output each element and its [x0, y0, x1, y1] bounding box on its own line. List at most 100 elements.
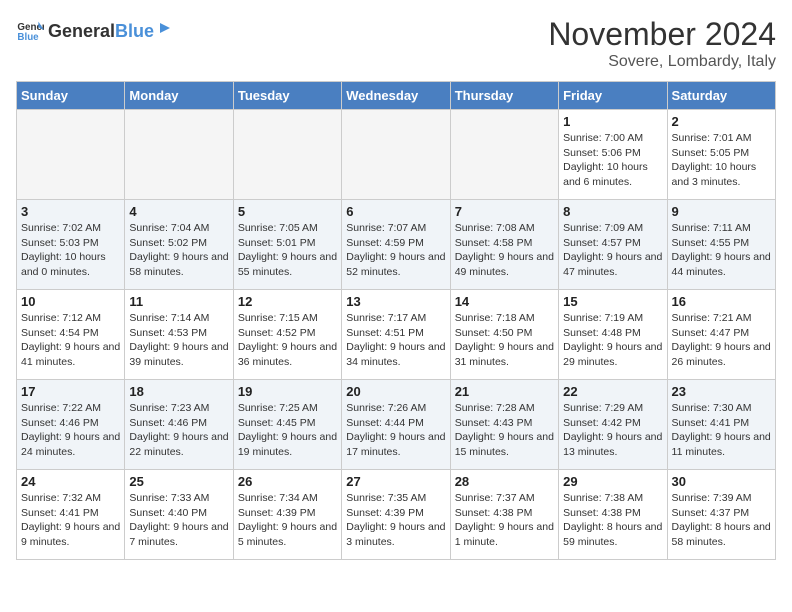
calendar-cell	[233, 110, 341, 200]
day-info: Sunrise: 7:22 AM Sunset: 4:46 PM Dayligh…	[21, 401, 120, 460]
calendar-cell: 19Sunrise: 7:25 AM Sunset: 4:45 PM Dayli…	[233, 380, 341, 470]
day-number: 3	[21, 204, 120, 219]
day-info: Sunrise: 7:14 AM Sunset: 4:53 PM Dayligh…	[129, 311, 228, 370]
calendar-cell: 30 Sunrise: 7:39 AM Sunset: 4:37 PM Dayli…	[667, 470, 775, 560]
day-number: 13	[346, 294, 445, 309]
day-number: 8	[563, 204, 662, 219]
day-info: Sunrise: 7:35 AM Sunset: 4:39 PM Dayligh…	[346, 491, 445, 550]
day-info: Sunrise: 7:19 AM Sunset: 4:48 PM Dayligh…	[563, 311, 662, 370]
day-info: Sunrise: 7:12 AM Sunset: 4:54 PM Dayligh…	[21, 311, 120, 370]
day-number: 30	[672, 474, 771, 489]
calendar-cell: 25 Sunrise: 7:33 AM Sunset: 4:40 PM Dayli…	[125, 470, 233, 560]
day-number: 2	[672, 114, 771, 129]
calendar-cell: 23Sunrise: 7:30 AM Sunset: 4:41 PM Dayli…	[667, 380, 775, 470]
day-number: 25	[129, 474, 228, 489]
calendar-cell: 26 Sunrise: 7:34 AM Sunset: 4:39 PM Dayli…	[233, 470, 341, 560]
day-info: Sunrise: 7:21 AM Sunset: 4:47 PM Dayligh…	[672, 311, 771, 370]
day-number: 5	[238, 204, 337, 219]
day-info: Sunrise: 7:29 AM Sunset: 4:42 PM Dayligh…	[563, 401, 662, 460]
calendar-cell: 9 Sunrise: 7:11 AM Sunset: 4:55 PM Daylig…	[667, 200, 775, 290]
logo-blue-text: Blue	[115, 21, 154, 42]
day-number: 21	[455, 384, 554, 399]
calendar-cell: 11 Sunrise: 7:14 AM Sunset: 4:53 PM Dayli…	[125, 290, 233, 380]
calendar-week-row: 1Sunrise: 7:00 AM Sunset: 5:06 PM Daylig…	[17, 110, 776, 200]
day-number: 4	[129, 204, 228, 219]
logo: General Blue General Blue	[16, 16, 174, 44]
day-info: Sunrise: 7:01 AM Sunset: 5:05 PM Dayligh…	[672, 131, 771, 190]
day-info: Sunrise: 7:28 AM Sunset: 4:43 PM Dayligh…	[455, 401, 554, 460]
day-info: Sunrise: 7:15 AM Sunset: 4:52 PM Dayligh…	[238, 311, 337, 370]
day-number: 6	[346, 204, 445, 219]
calendar-cell: 21 Sunrise: 7:28 AM Sunset: 4:43 PM Dayli…	[450, 380, 558, 470]
title-area: November 2024 Sovere, Lombardy, Italy	[548, 16, 776, 71]
day-of-week-header: Monday	[125, 82, 233, 110]
calendar-cell: 28 Sunrise: 7:37 AM Sunset: 4:38 PM Dayli…	[450, 470, 558, 560]
calendar-header-row: SundayMondayTuesdayWednesdayThursdayFrid…	[17, 82, 776, 110]
calendar-week-row: 24Sunrise: 7:32 AM Sunset: 4:41 PM Dayli…	[17, 470, 776, 560]
calendar-cell: 22 Sunrise: 7:29 AM Sunset: 4:42 PM Dayli…	[559, 380, 667, 470]
calendar-cell: 8 Sunrise: 7:09 AM Sunset: 4:57 PM Daylig…	[559, 200, 667, 290]
calendar-cell: 10 Sunrise: 7:12 AM Sunset: 4:54 PM Dayli…	[17, 290, 125, 380]
day-of-week-header: Thursday	[450, 82, 558, 110]
day-number: 7	[455, 204, 554, 219]
day-of-week-header: Friday	[559, 82, 667, 110]
logo-general-text: General	[48, 21, 115, 42]
calendar-cell: 3 Sunrise: 7:02 AM Sunset: 5:03 PM Daylig…	[17, 200, 125, 290]
day-number: 18	[129, 384, 228, 399]
day-number: 29	[563, 474, 662, 489]
day-info: Sunrise: 7:38 AM Sunset: 4:38 PM Dayligh…	[563, 491, 662, 550]
calendar-cell: 6 Sunrise: 7:07 AM Sunset: 4:59 PM Daylig…	[342, 200, 450, 290]
day-info: Sunrise: 7:37 AM Sunset: 4:38 PM Dayligh…	[455, 491, 554, 550]
day-number: 12	[238, 294, 337, 309]
day-info: Sunrise: 7:30 AM Sunset: 4:41 PM Dayligh…	[672, 401, 771, 460]
calendar-cell: 24Sunrise: 7:32 AM Sunset: 4:41 PM Dayli…	[17, 470, 125, 560]
day-number: 11	[129, 294, 228, 309]
day-number: 9	[672, 204, 771, 219]
day-info: Sunrise: 7:02 AM Sunset: 5:03 PM Dayligh…	[21, 221, 120, 280]
calendar-cell	[17, 110, 125, 200]
day-info: Sunrise: 7:33 AM Sunset: 4:40 PM Dayligh…	[129, 491, 228, 550]
calendar-cell: 7 Sunrise: 7:08 AM Sunset: 4:58 PM Daylig…	[450, 200, 558, 290]
calendar-cell	[450, 110, 558, 200]
day-number: 1	[563, 114, 662, 129]
calendar-cell: 4 Sunrise: 7:04 AM Sunset: 5:02 PM Daylig…	[125, 200, 233, 290]
day-info: Sunrise: 7:05 AM Sunset: 5:01 PM Dayligh…	[238, 221, 337, 280]
day-number: 28	[455, 474, 554, 489]
calendar-cell: 15 Sunrise: 7:19 AM Sunset: 4:48 PM Dayli…	[559, 290, 667, 380]
day-number: 10	[21, 294, 120, 309]
calendar-cell	[125, 110, 233, 200]
calendar-week-row: 17 Sunrise: 7:22 AM Sunset: 4:46 PM Dayli…	[17, 380, 776, 470]
day-info: Sunrise: 7:11 AM Sunset: 4:55 PM Dayligh…	[672, 221, 771, 280]
day-info: Sunrise: 7:26 AM Sunset: 4:44 PM Dayligh…	[346, 401, 445, 460]
day-of-week-header: Wednesday	[342, 82, 450, 110]
day-number: 20	[346, 384, 445, 399]
day-info: Sunrise: 7:39 AM Sunset: 4:37 PM Dayligh…	[672, 491, 771, 550]
day-number: 15	[563, 294, 662, 309]
day-number: 14	[455, 294, 554, 309]
day-number: 22	[563, 384, 662, 399]
day-info: Sunrise: 7:09 AM Sunset: 4:57 PM Dayligh…	[563, 221, 662, 280]
day-number: 26	[238, 474, 337, 489]
calendar-week-row: 10 Sunrise: 7:12 AM Sunset: 4:54 PM Dayli…	[17, 290, 776, 380]
calendar-cell: 13Sunrise: 7:17 AM Sunset: 4:51 PM Dayli…	[342, 290, 450, 380]
calendar-cell: 20 Sunrise: 7:26 AM Sunset: 4:44 PM Dayli…	[342, 380, 450, 470]
day-info: Sunrise: 7:08 AM Sunset: 4:58 PM Dayligh…	[455, 221, 554, 280]
calendar-cell: 14Sunrise: 7:18 AM Sunset: 4:50 PM Dayli…	[450, 290, 558, 380]
day-of-week-header: Tuesday	[233, 82, 341, 110]
page-header: General Blue General Blue November 2024 …	[16, 16, 776, 71]
calendar-cell: 12 Sunrise: 7:15 AM Sunset: 4:52 PM Dayli…	[233, 290, 341, 380]
svg-text:Blue: Blue	[17, 32, 39, 43]
day-number: 16	[672, 294, 771, 309]
day-info: Sunrise: 7:07 AM Sunset: 4:59 PM Dayligh…	[346, 221, 445, 280]
day-of-week-header: Saturday	[667, 82, 775, 110]
day-info: Sunrise: 7:34 AM Sunset: 4:39 PM Dayligh…	[238, 491, 337, 550]
day-info: Sunrise: 7:04 AM Sunset: 5:02 PM Dayligh…	[129, 221, 228, 280]
day-of-week-header: Sunday	[17, 82, 125, 110]
calendar-table: SundayMondayTuesdayWednesdayThursdayFrid…	[16, 81, 776, 560]
day-number: 17	[21, 384, 120, 399]
day-number: 27	[346, 474, 445, 489]
calendar-cell: 27 Sunrise: 7:35 AM Sunset: 4:39 PM Dayli…	[342, 470, 450, 560]
day-info: Sunrise: 7:32 AM Sunset: 4:41 PM Dayligh…	[21, 491, 120, 550]
location-subtitle: Sovere, Lombardy, Italy	[548, 53, 776, 71]
calendar-cell: 18Sunrise: 7:23 AM Sunset: 4:46 PM Dayli…	[125, 380, 233, 470]
